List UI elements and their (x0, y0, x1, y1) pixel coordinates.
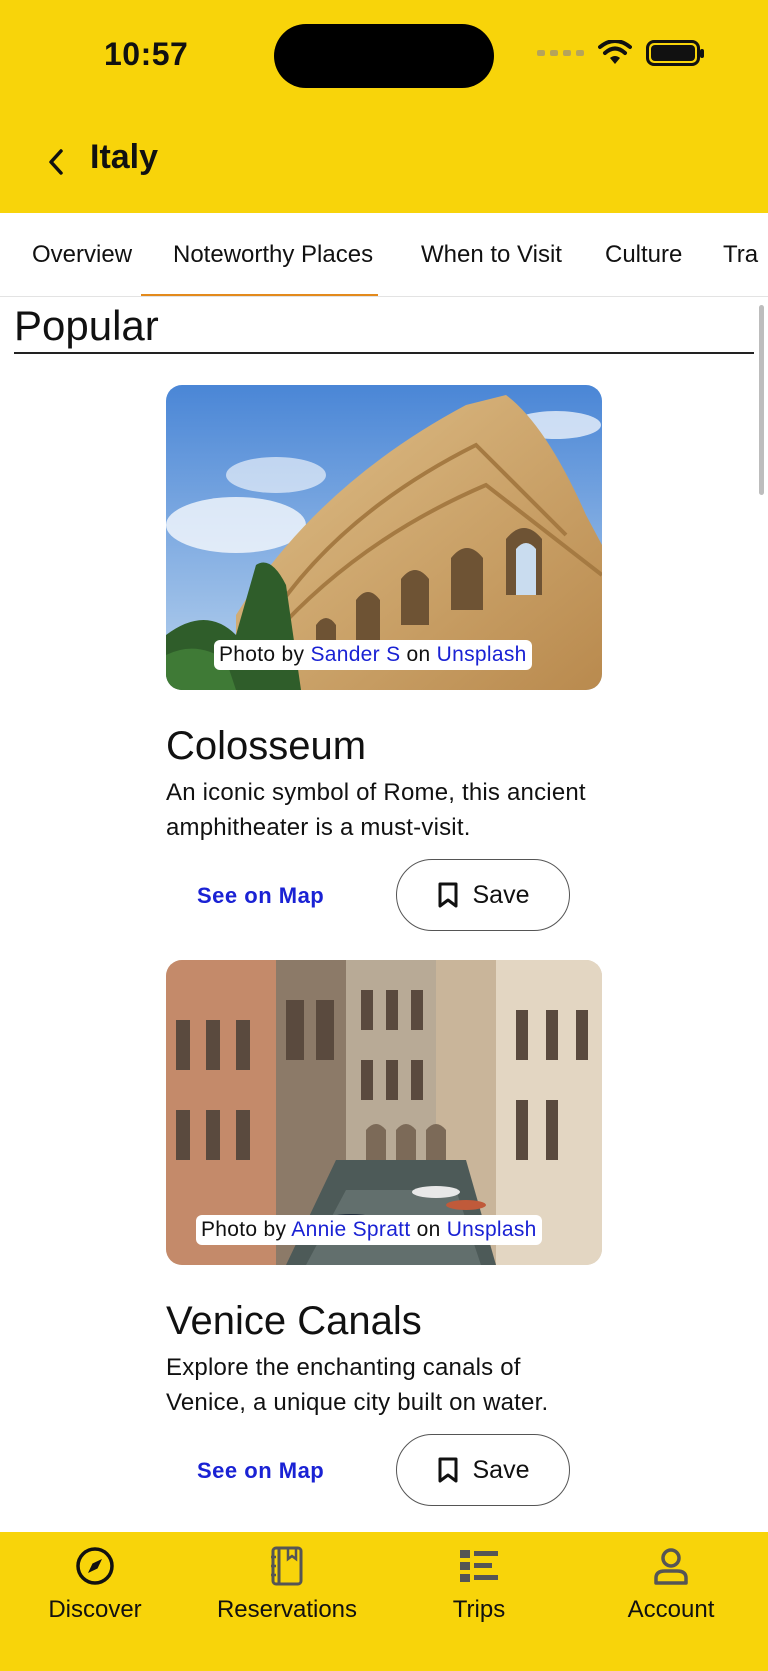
tab-culture[interactable]: Culture (605, 213, 682, 296)
unsplash-link[interactable]: Unsplash (447, 1218, 537, 1241)
credit-prefix: Photo by (201, 1218, 287, 1241)
page-title: Italy (90, 138, 159, 176)
save-button[interactable]: Save (396, 859, 570, 931)
venice-photo: Photo by Annie Spratt on Unsplash (166, 960, 602, 1265)
credit-prefix: Photo by (219, 643, 305, 666)
tab-when-to-visit[interactable]: When to Visit (421, 213, 562, 296)
section-title: Popular (14, 302, 159, 349)
cellular-signal-icon (537, 50, 584, 56)
tab-noteworthy-places[interactable]: Noteworthy Places (140, 213, 379, 296)
battery-icon (646, 40, 704, 66)
bottom-navigation: Discover Reservations Trips Account (0, 1532, 768, 1671)
place-description: Explore the enchanting canals of Venice,… (166, 1354, 549, 1416)
tab-overview[interactable]: Overview (32, 213, 132, 296)
photo-credit: Photo by Sander S on Unsplash (214, 640, 532, 670)
nav-account-label: Account (627, 1596, 715, 1623)
place-title: Colosseum (166, 724, 367, 768)
photographer-link[interactable]: Annie Spratt (291, 1218, 410, 1241)
nav-discover-label: Discover (48, 1596, 142, 1623)
photo-credit: Photo by Annie Spratt on Unsplash (196, 1215, 542, 1245)
nav-discover[interactable]: Discover (5, 1542, 185, 1624)
nav-reservations-label: Reservations (216, 1596, 358, 1623)
save-label: Save (472, 880, 530, 909)
credit-middle: on (416, 1218, 441, 1241)
save-label: Save (472, 1455, 530, 1484)
tab-bar: Overview Noteworthy Places When to Visit… (0, 213, 768, 297)
bookmark-icon (438, 882, 457, 908)
back-button[interactable] (36, 138, 76, 186)
bookmark-icon (438, 1457, 457, 1483)
list-icon (460, 1550, 498, 1582)
section-divider (14, 352, 754, 354)
wifi-icon (598, 40, 632, 64)
person-icon (654, 1548, 688, 1585)
nav-reservations[interactable]: Reservations (197, 1542, 377, 1624)
colosseum-photo: Photo by Sander S on Unsplash (166, 385, 602, 690)
scrollbar[interactable] (759, 305, 764, 495)
book-icon (271, 1546, 303, 1586)
save-button[interactable]: Save (396, 1434, 570, 1506)
credit-middle: on (406, 643, 431, 666)
status-icons (537, 40, 704, 66)
place-title: Venice Canals (166, 1299, 422, 1343)
place-description: An iconic symbol of Rome, this ancient a… (166, 779, 586, 841)
see-on-map-link[interactable]: See on Map (197, 883, 324, 909)
unsplash-link[interactable]: Unsplash (437, 643, 527, 666)
compass-icon (76, 1547, 114, 1585)
nav-account[interactable]: Account (581, 1542, 761, 1624)
nav-trips[interactable]: Trips (389, 1542, 569, 1624)
see-on-map-link[interactable]: See on Map (197, 1458, 324, 1484)
chevron-left-icon (49, 149, 63, 175)
status-time: 10:57 (104, 36, 189, 72)
nav-trips-label: Trips (452, 1596, 506, 1623)
photographer-link[interactable]: Sander S (310, 643, 400, 666)
tab-travel[interactable]: Tra (723, 213, 758, 296)
app-header: 10:57 Italy (0, 0, 768, 213)
dynamic-island (274, 24, 494, 88)
